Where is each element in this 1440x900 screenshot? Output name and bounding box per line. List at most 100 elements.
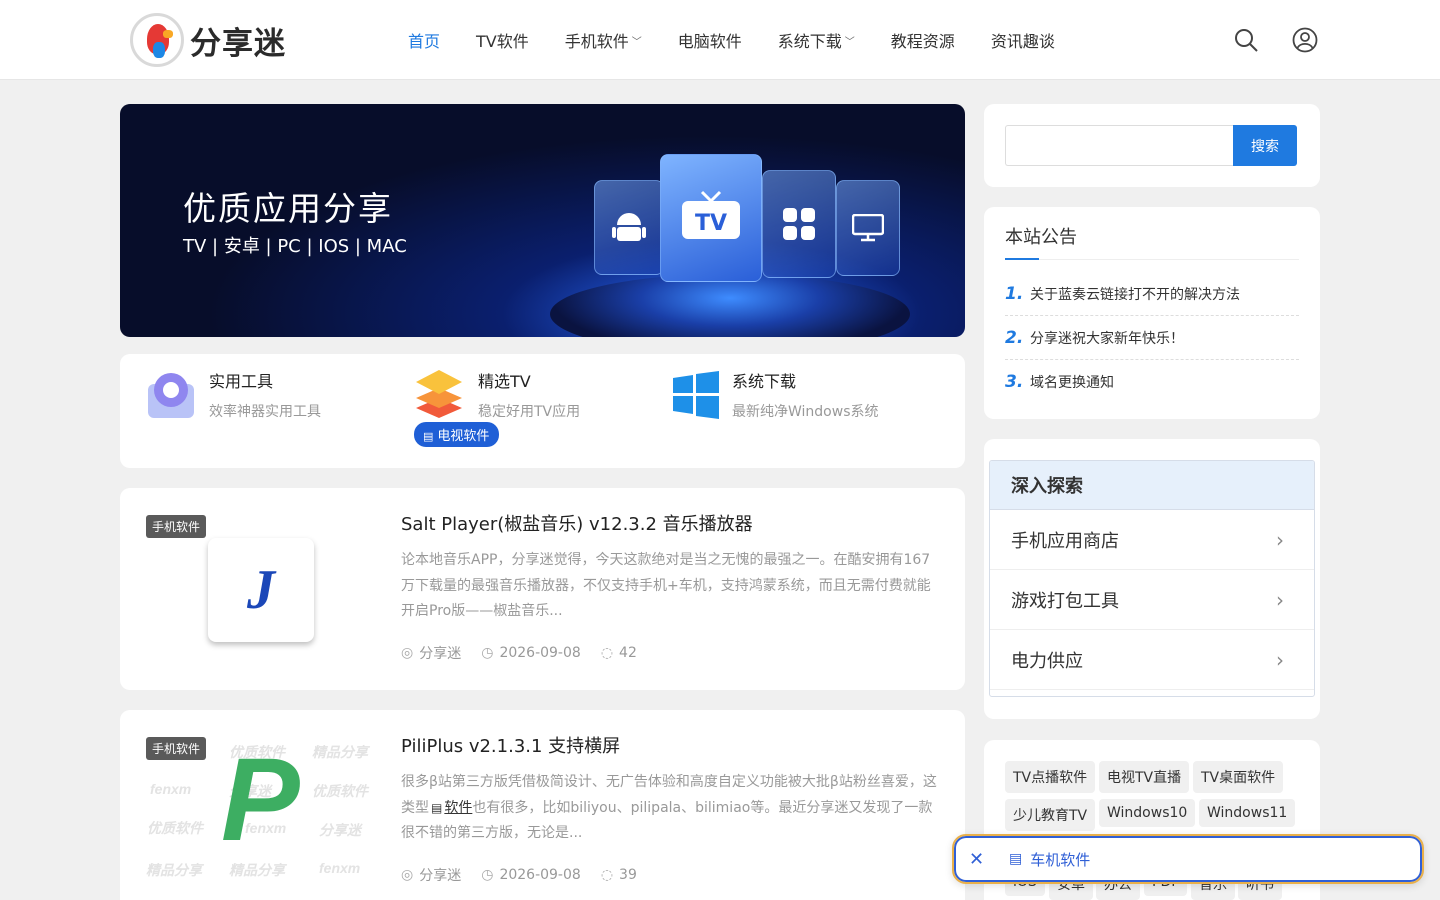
notice-text: 域名更换通知: [1030, 375, 1114, 391]
post-meta: ◎ 分享迷 ◷ 2026-09-08 ◌ 42: [401, 643, 657, 663]
post-comment-count: 42: [619, 645, 637, 661]
chevron-right-icon: ›: [1276, 648, 1284, 672]
explore-title: 深入探索: [990, 461, 1314, 510]
post-comment-count: 39: [619, 867, 637, 883]
nav-system-label: 系统下载: [777, 32, 842, 51]
tv-layers-icon: [416, 370, 462, 418]
watermark-text: 精品分享: [312, 744, 368, 760]
user-icon[interactable]: [1292, 27, 1318, 53]
post-date-text: 2026-09-08: [499, 645, 581, 661]
search-button[interactable]: 搜索: [1233, 125, 1297, 166]
monitor-icon: [836, 180, 900, 276]
category-strip: 实用工具 效率神器实用工具 精选TV 稳定好用TV应用 系统下载 最新纯净Win…: [120, 354, 965, 468]
comment-icon: ◌: [600, 867, 614, 883]
user-icon: ◎: [401, 867, 414, 883]
explore-item[interactable]: 游戏打包工具 ›: [990, 570, 1314, 630]
notice-num: 3.: [1005, 372, 1024, 392]
category-desc: 最新纯净Windows系统: [732, 404, 879, 420]
nav-news[interactable]: 资讯趣谈: [991, 28, 1055, 52]
banner-subtitle: TV | 安卓 | PC | IOS | MAC: [183, 236, 407, 257]
divider: [1005, 258, 1299, 260]
post-author[interactable]: ◎ 分享迷: [401, 865, 461, 885]
explore-item-label: 电力供应: [1011, 650, 1083, 672]
post-excerpt: 论本地音乐APP，分享迷觉得，今天这款绝对是当之无愧的最强之一。在酷安拥有167…: [401, 552, 931, 619]
category-system[interactable]: 系统下载 最新纯净Windows系统: [671, 368, 931, 428]
category-desc: 稳定好用TV应用: [478, 404, 581, 420]
floating-category-bar[interactable]: ✕ ▤ 车机软件: [952, 834, 1424, 884]
watermark-text: 分享迷: [319, 822, 361, 838]
comment-icon: ◌: [600, 645, 614, 661]
tag-item[interactable]: Windows10: [1099, 799, 1196, 827]
post-date-text: 2026-09-08: [499, 867, 581, 883]
tag-popup-tv-software[interactable]: ▤ 电视软件: [414, 422, 500, 447]
search-input[interactable]: [1005, 125, 1233, 166]
excerpt-part: 也有很多，比如biliyou、pilipala、bilimiao等。最近分享迷又…: [401, 799, 933, 842]
watermark-text: 精品分享: [146, 862, 202, 878]
site-logo[interactable]: 分享迷: [130, 12, 310, 68]
floating-bar-label[interactable]: 车机软件: [1030, 849, 1090, 870]
tools-icon: [148, 373, 194, 418]
sidebar-search: 搜索: [984, 104, 1320, 187]
post-author-name: 分享迷: [419, 868, 462, 884]
chevron-down-icon: ﹀: [631, 36, 642, 48]
notice-item[interactable]: 1. 关于蓝奏云链接打不开的解决方法: [1005, 272, 1299, 316]
post-author[interactable]: ◎ 分享迷: [401, 643, 461, 663]
category-tv[interactable]: 精选TV 稳定好用TV应用: [414, 368, 654, 428]
watermark-text: 优质软件: [312, 783, 368, 799]
post-author-name: 分享迷: [419, 646, 462, 662]
notice-item[interactable]: 2. 分享迷祝大家新年快乐！: [1005, 316, 1299, 360]
explore-widget: 深入探索 手机应用商店 › 游戏打包工具 › 电力供应 ›: [984, 439, 1320, 719]
notice-num: 1.: [1005, 283, 1024, 304]
windows-icon: [673, 371, 719, 419]
nav-home[interactable]: 首页: [408, 28, 440, 52]
post-comments[interactable]: ◌ 42: [601, 645, 637, 661]
explore-item[interactable]: 电力供应 ›: [990, 630, 1314, 690]
document-icon: ▤: [431, 800, 443, 815]
logo-text: 分享迷: [190, 25, 286, 62]
inline-software-link[interactable]: 软件: [444, 800, 472, 816]
chevron-down-icon: ﹀: [844, 36, 855, 48]
nav-mobile-software[interactable]: 手机软件 ﹀: [565, 28, 642, 52]
tag-item[interactable]: 电视TV直播: [1099, 761, 1190, 793]
tag-item[interactable]: TV点播软件: [1005, 761, 1096, 793]
notice-item[interactable]: 3. 域名更换通知: [1005, 360, 1299, 404]
explore-item-label: 手机应用商店: [1011, 530, 1119, 552]
explore-item[interactable]: 手机应用商店 ›: [990, 510, 1314, 570]
tv-card-label: TV: [695, 211, 727, 236]
tag-item[interactable]: 少儿教育TV: [1005, 799, 1096, 831]
explore-item-label: 游戏打包工具: [1011, 590, 1119, 612]
nav-system-download[interactable]: 系统下载 ﹀: [778, 28, 855, 52]
thumb-letter: J: [247, 559, 275, 621]
post-category-badge[interactable]: 手机软件: [146, 515, 207, 538]
tag-item[interactable]: TV桌面软件: [1193, 761, 1284, 793]
site-header: 分享迷 首页 TV软件 手机软件 ﹀ 电脑软件 系统下载 ﹀ 教程资源 资讯趣谈: [0, 0, 1440, 80]
parrot-logo-icon: [130, 13, 184, 67]
post-title[interactable]: PiliPlus v2.1.3.1 支持横屏: [401, 732, 620, 758]
close-icon[interactable]: ✕: [969, 849, 993, 870]
post-title[interactable]: Salt Player(椒盐音乐) v12.3.2 音乐播放器: [401, 510, 753, 536]
category-tools[interactable]: 实用工具 效率神器实用工具: [146, 368, 386, 428]
nav-tutorials[interactable]: 教程资源: [891, 28, 955, 52]
hero-banner[interactable]: 优质应用分享 TV | 安卓 | PC | IOS | MAC TV: [120, 104, 965, 337]
tv-icon: TV: [660, 154, 762, 282]
category-desc: 效率神器实用工具: [209, 404, 321, 420]
tag-item[interactable]: Windows11: [1199, 799, 1296, 827]
list-icon: ▤: [1009, 851, 1023, 867]
main-nav: 首页 TV软件 手机软件 ﹀ 电脑软件 系统下载 ﹀ 教程资源 资讯趣谈: [408, 0, 1091, 80]
clock-icon: ◷: [481, 867, 494, 883]
android-icon: [594, 180, 664, 275]
watermark-text: fenxm: [150, 781, 192, 797]
post-excerpt: 很多β站第三方版凭借极简设计、无广告体验和高度自定义功能被大批β站粉丝喜爱，这类…: [401, 770, 941, 847]
piliplus-logo: P: [221, 734, 300, 866]
post-comments[interactable]: ◌ 39: [601, 867, 637, 883]
notice-text: 分享迷祝大家新年快乐！: [1030, 330, 1184, 347]
search-icon[interactable]: [1233, 27, 1259, 53]
nav-pc-software[interactable]: 电脑软件: [678, 28, 742, 52]
user-icon: ◎: [401, 645, 414, 661]
nav-tv-software[interactable]: TV软件: [476, 28, 529, 52]
post-category-badge[interactable]: 手机软件: [146, 737, 207, 760]
post-date: ◷ 2026-09-08: [481, 645, 581, 661]
list-icon: ▤: [423, 430, 434, 443]
salt-player-app-icon: J: [208, 538, 314, 642]
notice-text: 关于蓝奏云链接打不开的解决方法: [1030, 286, 1240, 303]
